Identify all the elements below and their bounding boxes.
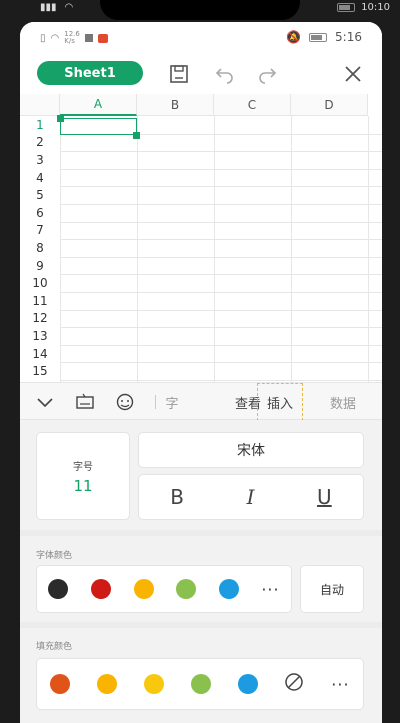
more-colors-button[interactable]: ··· <box>261 580 279 599</box>
section-divider <box>20 530 382 536</box>
selection-handle[interactable] <box>133 132 140 139</box>
row-header[interactable]: 5 <box>20 186 60 204</box>
spreadsheet-grid[interactable]: A B C D 1 2 3 4 5 6 7 8 9 10 11 12 13 14 15 <box>20 94 382 382</box>
undo-icon[interactable] <box>212 61 238 87</box>
italic-button[interactable]: I <box>247 485 255 509</box>
font-settings-panel: 字号 11 宋体 B I U 字体颜色 ··· 自动 填充颜色 ··· <box>20 420 382 723</box>
font-size-value: 11 <box>73 476 93 495</box>
top-toolbar: Sheet1 <box>20 52 382 94</box>
tab-divider <box>155 395 156 409</box>
keyboard-icon[interactable] <box>74 391 96 413</box>
row-gridline <box>60 239 382 241</box>
close-icon[interactable] <box>340 61 366 87</box>
battery-icon <box>337 3 356 12</box>
row-header[interactable]: 12 <box>20 310 60 328</box>
fill-color-orange[interactable] <box>97 674 118 694</box>
bold-button[interactable]: B <box>170 485 184 509</box>
font-color-black[interactable] <box>48 579 69 599</box>
font-size-label: 字号 <box>73 461 93 473</box>
clock: 5:16 <box>335 30 362 44</box>
font-color-orange[interactable] <box>133 579 154 599</box>
tab-data[interactable]: 数据 <box>321 383 365 421</box>
row-gridline <box>60 344 382 346</box>
text-style-row: B I U <box>138 474 364 520</box>
row-header[interactable]: 3 <box>20 151 60 169</box>
no-fill-icon[interactable] <box>284 672 304 696</box>
column-header-d[interactable]: D <box>291 94 368 116</box>
corner-cell <box>20 94 60 116</box>
row-header[interactable]: 7 <box>20 222 60 240</box>
row-header[interactable]: 8 <box>20 239 60 257</box>
row-gridline <box>60 362 382 364</box>
row-gridline <box>60 274 382 276</box>
row-header[interactable]: 10 <box>20 274 60 292</box>
underline-button[interactable]: U <box>317 485 332 509</box>
row-gridline <box>60 380 382 381</box>
fill-color-green[interactable] <box>190 674 211 694</box>
column-header-b[interactable]: B <box>137 94 214 116</box>
battery-icon <box>309 32 328 42</box>
fill-color-title: 填充颜色 <box>36 642 73 652</box>
row-header[interactable]: 15 <box>20 362 60 380</box>
row-header[interactable]: 9 <box>20 257 60 275</box>
selection-handle[interactable] <box>57 115 64 122</box>
font-color-palette: ··· <box>36 565 292 613</box>
font-color-blue[interactable] <box>218 579 239 599</box>
font-family-selector[interactable]: 宋体 <box>138 432 364 468</box>
row-header[interactable]: 13 <box>20 327 60 345</box>
app-notification-icon <box>97 33 108 43</box>
row-gridline <box>60 327 382 329</box>
font-color-title: 字体颜色 <box>36 551 73 561</box>
status-bar: ▯ ◠ 12.6 K/s 🔕 5:16 <box>20 22 382 52</box>
row-header[interactable]: 2 <box>20 134 60 152</box>
selected-cell[interactable] <box>60 118 137 135</box>
more-fill-colors-button[interactable]: ··· <box>331 675 349 694</box>
fill-color-blue[interactable] <box>237 674 258 694</box>
column-header-a[interactable]: A <box>60 94 137 116</box>
chevron-down-icon[interactable] <box>34 391 56 413</box>
row-header[interactable]: 1 <box>20 116 60 134</box>
sim-icon: ▯ <box>40 32 46 44</box>
row-gridline <box>60 309 382 311</box>
row-gridline <box>60 151 382 153</box>
auto-color-button[interactable]: 自动 <box>300 565 364 613</box>
row-header[interactable]: 14 <box>20 345 60 363</box>
fill-color-orange-red[interactable] <box>50 674 71 694</box>
fill-color-palette: ··· <box>36 658 364 710</box>
sheet-tab-button[interactable]: Sheet1 <box>37 61 143 85</box>
row-header[interactable]: 11 <box>20 292 60 310</box>
wifi-icon: ◠ <box>50 32 60 44</box>
redo-icon[interactable] <box>254 61 280 87</box>
row-gridline <box>60 292 382 293</box>
phone-frame: ▮▮▮ ◠ 10:10 ▯ ◠ 12.6 K/s 🔕 5:16 Sheet1 A… <box>0 0 400 723</box>
camera-notch <box>100 0 300 20</box>
tab-insert[interactable]: 插入 <box>257 383 303 421</box>
row-gridline <box>60 186 382 188</box>
font-color-green[interactable] <box>176 579 197 599</box>
app-screen: ▯ ◠ 12.6 K/s 🔕 5:16 Sheet1 A B C D 1 2 3… <box>20 22 382 723</box>
section-divider <box>20 622 382 628</box>
column-header-c[interactable]: C <box>214 94 291 116</box>
wifi-icon: ◠ <box>64 2 74 13</box>
row-header[interactable]: 6 <box>20 204 60 222</box>
tab-font-partial[interactable]: 字 <box>160 383 184 421</box>
row-gridline <box>60 168 382 170</box>
font-size-selector[interactable]: 字号 11 <box>36 432 130 520</box>
emoji-icon[interactable] <box>114 391 136 413</box>
save-icon[interactable] <box>166 61 192 87</box>
net-speed: 12.6 K/s <box>64 30 80 45</box>
row-header[interactable]: 4 <box>20 169 60 187</box>
mute-icon: 🔕 <box>286 30 302 44</box>
outer-clock: 10:10 <box>361 2 390 13</box>
row-gridline <box>60 221 382 223</box>
font-color-red[interactable] <box>90 579 111 599</box>
row-gridline <box>60 204 382 205</box>
format-tab-bar: 字 查看 插入 数据 <box>20 382 382 421</box>
signal-icon: ▮▮▮ <box>40 2 57 13</box>
fill-color-yellow[interactable] <box>144 674 165 694</box>
row-gridline <box>60 256 382 258</box>
notification-icon <box>84 34 93 42</box>
